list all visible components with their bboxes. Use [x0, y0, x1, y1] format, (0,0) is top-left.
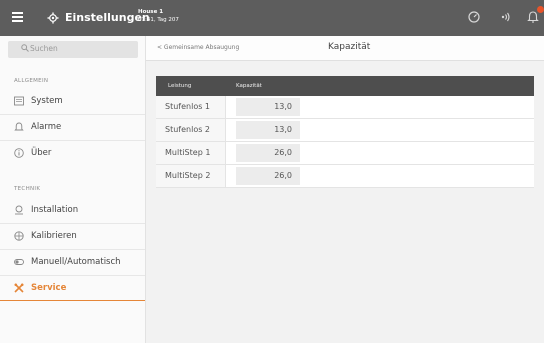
- column-header-leistung: Leistung: [168, 83, 192, 89]
- house-info[interactable]: House 1 07:41, Tag 207: [138, 8, 179, 24]
- toggle-icon: [14, 259, 24, 265]
- capacity-value: 13,0: [274, 102, 292, 111]
- system-icon: [14, 96, 24, 106]
- capacity-value: 26,0: [274, 148, 292, 157]
- capacity-value-field[interactable]: 13,0: [236, 98, 300, 116]
- sidebar-item-label: Installation: [31, 205, 79, 215]
- table-row: Stufenlos 1 13,0: [156, 96, 534, 119]
- row-name-cell: Stufenlos 1: [156, 96, 226, 118]
- wireless-icon[interactable]: [497, 10, 511, 24]
- notification-badge: [537, 6, 544, 13]
- sidebar-item-installation[interactable]: Installation: [0, 197, 145, 223]
- back-link[interactable]: < Gemeinsame Absaugung: [157, 44, 239, 51]
- capacity-value: 26,0: [274, 171, 292, 180]
- row-name: MultiStep 2: [165, 171, 211, 180]
- subheader: < Gemeinsame Absaugung Kapazität: [146, 36, 544, 61]
- service-icon: [14, 283, 24, 293]
- sidebar-item-manuell-automatisch[interactable]: Manuell/Automatisch: [0, 249, 145, 275]
- house-name: House 1: [138, 9, 164, 15]
- menu-icon[interactable]: [12, 12, 23, 22]
- capacity-value: 13,0: [274, 125, 292, 134]
- sidebar-item-label: Alarme: [31, 122, 62, 132]
- sidebar-item-alarme[interactable]: Alarme: [0, 114, 145, 140]
- row-name-cell: MultiStep 2: [156, 165, 226, 187]
- capacity-table: Leistung Kapazität Stufenlos 1 13,0 Stuf…: [156, 76, 534, 188]
- section-label-technik: TECHNIK: [14, 186, 41, 192]
- sidebar-item-label: Über: [31, 148, 52, 158]
- capacity-value-field[interactable]: 13,0: [236, 121, 300, 139]
- sidebar-item-kalibrieren[interactable]: Kalibrieren: [0, 223, 145, 249]
- sidebar: Suchen ALLGEMEIN System Alarme Über TECH…: [0, 36, 146, 343]
- table-row: MultiStep 1 26,0: [156, 142, 534, 165]
- column-header-kapazitat: Kapazität: [236, 83, 262, 89]
- row-name: Stufenlos 2: [165, 125, 211, 134]
- search-input[interactable]: Suchen: [8, 41, 138, 58]
- sidebar-item-label: System: [31, 96, 63, 106]
- sidebar-item-label: Manuell/Automatisch: [31, 257, 121, 267]
- info-icon: [14, 148, 24, 158]
- section-label-general: ALLGEMEIN: [14, 78, 49, 84]
- installation-icon: [15, 205, 23, 215]
- main-content: < Gemeinsame Absaugung Kapazität Leistun…: [146, 36, 544, 343]
- table-header: Leistung Kapazität: [156, 76, 534, 96]
- alarm-icon: [14, 122, 24, 131]
- capacity-value-field[interactable]: 26,0: [236, 144, 300, 162]
- sidebar-item-label: Kalibrieren: [31, 231, 77, 241]
- dashboard-icon[interactable]: [467, 10, 481, 24]
- row-name: MultiStep 1: [165, 148, 211, 157]
- row-name: Stufenlos 1: [165, 102, 211, 111]
- table-row: MultiStep 2 26,0: [156, 165, 534, 188]
- search-placeholder: Suchen: [30, 44, 58, 53]
- time-day: 07:41, Tag 207: [138, 17, 179, 23]
- calibrate-icon: [14, 231, 24, 241]
- gear-icon: [47, 12, 59, 24]
- search-icon: [21, 44, 29, 52]
- sidebar-item-label: Service: [31, 283, 67, 293]
- table-row: Stufenlos 2 13,0: [156, 119, 534, 142]
- sidebar-item-uber[interactable]: Über: [0, 140, 145, 166]
- page-title: Kapazität: [328, 42, 371, 52]
- capacity-value-field[interactable]: 26,0: [236, 167, 300, 185]
- row-name-cell: MultiStep 1: [156, 142, 226, 164]
- sidebar-item-system[interactable]: System: [0, 88, 145, 114]
- row-name-cell: Stufenlos 2: [156, 119, 226, 141]
- top-bar: Einstellungen House 1 07:41, Tag 207: [0, 0, 544, 36]
- sidebar-item-service[interactable]: Service: [0, 275, 145, 301]
